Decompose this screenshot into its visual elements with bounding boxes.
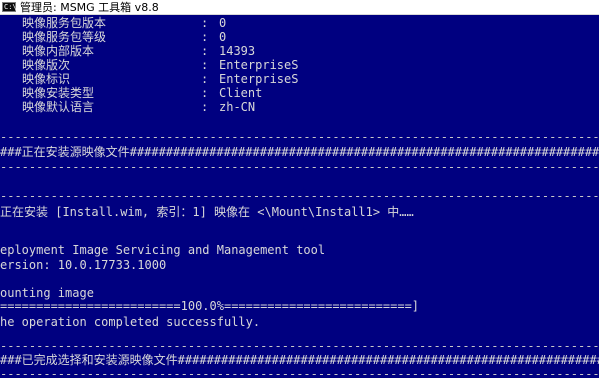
dism-title: eployment Image Servicing and Management… <box>0 243 326 257</box>
info-key-build: 映像内部版本 <box>22 44 95 58</box>
info-value-sp-version: 0 <box>219 16 227 30</box>
info-key-sp-level: 映像服务包等级 <box>22 30 107 44</box>
info-separator: : <box>201 100 209 114</box>
separator-rule: ----------------------------------------… <box>0 367 599 378</box>
completed-message: he operation completed successfully. <box>0 315 261 329</box>
info-key-id: 映像标识 <box>22 72 71 86</box>
info-separator: : <box>201 72 209 86</box>
info-separator: : <box>201 44 209 58</box>
info-key-language: 映像默认语言 <box>22 100 95 114</box>
info-separator: : <box>201 16 209 30</box>
separator-rule: ----------------------------------------… <box>0 189 599 203</box>
separator-rule: ----------------------------------------… <box>0 160 599 174</box>
info-separator: : <box>201 86 209 100</box>
info-separator: : <box>201 58 209 72</box>
console-app-icon: C:\ <box>2 2 17 12</box>
banner-done: ###已完成选择和安装源映像文件########################… <box>0 353 599 367</box>
banner-installing: ###正在安装源映像文件############################… <box>0 145 599 159</box>
info-separator: : <box>201 30 209 44</box>
info-value-edition: EnterpriseS <box>219 58 299 72</box>
info-key-edition: 映像版次 <box>22 58 71 72</box>
dism-version: ersion: 10.0.17733.1000 <box>0 258 167 272</box>
info-value-sp-level: 0 <box>219 30 227 44</box>
separator-rule: ----------------------------------------… <box>0 339 599 353</box>
install-message: 正在安装 [Install.wim, 索引：1] 映像在 <\Mount\Ins… <box>0 205 414 219</box>
separator-rule: ----------------------------------------… <box>0 130 599 144</box>
info-value-language: zh-CN <box>219 100 256 114</box>
console-output[interactable]: 映像服务包版本 : 0 映像服务包等级 : 0 映像内部版本 : 14393 映… <box>0 15 599 378</box>
progress-bar: =========================100.0%=========… <box>0 299 420 313</box>
info-key-install-type: 映像安装类型 <box>22 86 95 100</box>
window-titlebar[interactable]: C:\ 管理员: MSMG 工具箱 v8.8 <box>0 0 599 15</box>
info-value-install-type: Client <box>219 86 263 100</box>
info-value-id: EnterpriseS <box>219 72 299 86</box>
window-title: 管理员: MSMG 工具箱 v8.8 <box>20 1 159 14</box>
info-key-sp-version: 映像服务包版本 <box>22 16 107 30</box>
info-value-build: 14393 <box>219 44 256 58</box>
